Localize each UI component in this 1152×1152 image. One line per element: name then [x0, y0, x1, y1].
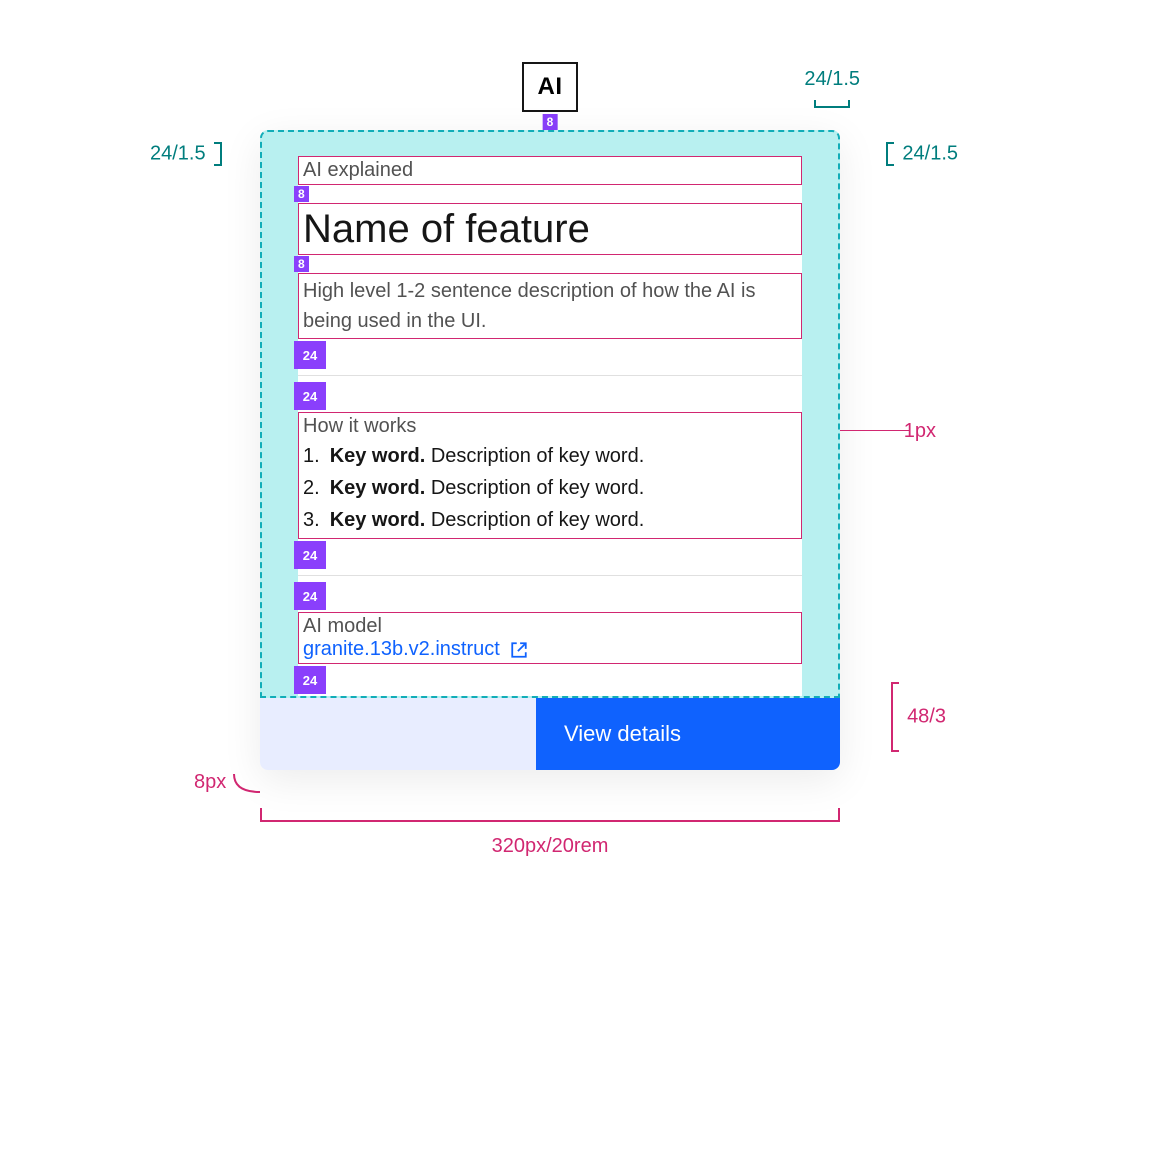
gap-annotation-8b: 8	[294, 256, 309, 272]
card-content: AI explained 8 Name of feature 8 High le…	[298, 156, 802, 696]
ai-badge-label: AI	[538, 73, 563, 101]
feature-description: High level 1-2 sentence description of h…	[303, 276, 797, 336]
spec-diagram: AI 8 24/1.5 24/1.5 24/1.5 AI explained 8…	[260, 130, 840, 770]
spacer-24b: 24	[298, 380, 802, 412]
gap-annotation-8a: 8	[294, 186, 309, 202]
model-link[interactable]: granite.13b.v2.instruct	[303, 638, 528, 661]
eyebrow-text: AI explained	[303, 159, 797, 182]
gap-annotation-badge: 8	[543, 114, 558, 130]
step-item: Key word. Description of key word.	[303, 440, 797, 472]
ai-badge: AI	[522, 62, 578, 112]
model-label: AI model	[303, 615, 797, 638]
gap-annotation-24c: 24	[294, 541, 326, 569]
spacer-24e: 24	[298, 664, 802, 696]
footer-spacer	[260, 698, 536, 770]
spec-padding-horizontal: 24/1.5	[804, 68, 860, 114]
corner-arc-icon	[232, 772, 262, 794]
spacer-24d: 24	[298, 580, 802, 612]
gap-annotation-24a: 24	[294, 341, 326, 369]
how-it-works-label: How it works	[303, 415, 797, 438]
title-box: Name of feature	[298, 203, 802, 255]
card-padding-region: AI explained 8 Name of feature 8 High le…	[260, 130, 840, 698]
view-details-button[interactable]: View details	[536, 698, 840, 770]
how-it-works-box: How it works Key word. Description of ke…	[298, 412, 802, 539]
spacer-24a: 24	[298, 339, 802, 371]
spec-footer-height: 48/3	[891, 682, 946, 752]
view-details-label: View details	[564, 721, 681, 747]
eyebrow-box: AI explained	[298, 156, 802, 185]
spec-corner-radius: 8px	[194, 771, 262, 794]
spec-padding-top-left: 24/1.5	[150, 142, 222, 166]
gap-annotation-24b: 24	[294, 382, 326, 410]
card-footer: View details	[260, 698, 840, 770]
gap-annotation-24d: 24	[294, 582, 326, 610]
step-item: Key word. Description of key word.	[303, 472, 797, 504]
spec-total-width: 320px/20rem	[492, 835, 609, 858]
model-box: AI model granite.13b.v2.instruct	[298, 612, 802, 664]
divider-1	[298, 375, 802, 376]
leader-line-1px	[840, 430, 910, 431]
spec-padding-top-right: 24/1.5	[886, 142, 958, 166]
steps-list: Key word. Description of key word. Key w…	[303, 440, 797, 536]
feature-title: Name of feature	[303, 206, 797, 252]
width-bracket	[260, 808, 840, 822]
description-box: High level 1-2 sentence description of h…	[298, 273, 802, 339]
step-item: Key word. Description of key word.	[303, 504, 797, 536]
model-link-text: granite.13b.v2.instruct	[303, 638, 500, 661]
launch-icon	[510, 641, 528, 659]
divider-2	[298, 575, 802, 576]
spacer-24c: 24	[298, 539, 802, 571]
spec-hairline: 1px	[904, 420, 936, 443]
popover-card: AI explained 8 Name of feature 8 High le…	[260, 130, 840, 770]
gap-annotation-24e: 24	[294, 666, 326, 694]
